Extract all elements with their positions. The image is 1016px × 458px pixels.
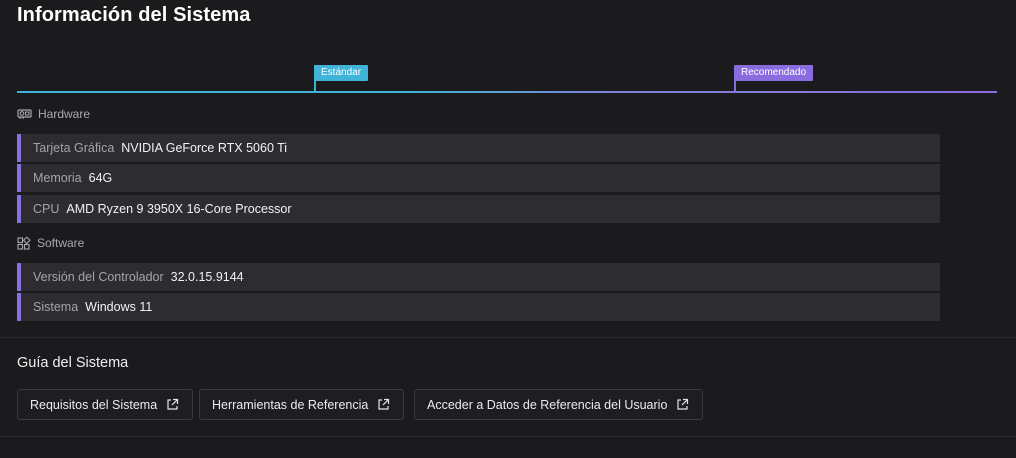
recommended-tier-tag: Recomendado bbox=[734, 65, 814, 81]
driver-version-row: Versión del Controlador 32.0.15.9144 bbox=[17, 263, 940, 291]
standard-tier-tick bbox=[314, 80, 316, 93]
reference-tools-button[interactable]: Herramientas de Referencia bbox=[199, 389, 405, 420]
os-label: Sistema bbox=[33, 300, 79, 314]
external-link-icon bbox=[377, 398, 390, 411]
os-row: Sistema Windows 11 bbox=[17, 293, 940, 321]
gpu-label: Tarjeta Gráfica bbox=[33, 141, 115, 155]
system-requirements-label: Requisitos del Sistema bbox=[30, 397, 158, 412]
system-guide-title: Guía del Sistema bbox=[17, 355, 129, 371]
system-info-page: Información del Sistema Estándar Recomen… bbox=[0, 0, 1016, 458]
section-divider bbox=[0, 436, 1016, 437]
gpu-card-icon bbox=[17, 108, 32, 120]
user-reference-data-button[interactable]: Acceder a Datos de Referencia del Usuari… bbox=[414, 389, 704, 420]
reference-tools-label: Herramientas de Referencia bbox=[212, 397, 369, 412]
external-link-icon bbox=[676, 398, 689, 411]
performance-tier-bar: Estándar Recomendado bbox=[17, 64, 997, 94]
hardware-section-header: Hardware bbox=[17, 105, 90, 123]
software-grid-icon bbox=[17, 236, 31, 250]
software-header-label: Software bbox=[37, 236, 85, 250]
memory-label: Memoria bbox=[33, 171, 82, 185]
cpu-row: CPU AMD Ryzen 9 3950X 16-Core Processor bbox=[17, 195, 940, 223]
os-value: Windows 11 bbox=[85, 300, 153, 314]
section-divider bbox=[0, 337, 1016, 338]
cpu-label: CPU bbox=[33, 202, 60, 216]
cpu-value: AMD Ryzen 9 3950X 16-Core Processor bbox=[66, 202, 292, 216]
driver-version-label: Versión del Controlador bbox=[33, 270, 164, 284]
hardware-header-label: Hardware bbox=[38, 107, 91, 121]
gpu-value: NVIDIA GeForce RTX 5060 Ti bbox=[121, 141, 288, 155]
software-section-header: Software bbox=[17, 234, 84, 252]
external-link-icon bbox=[166, 398, 179, 411]
memory-value: 64G bbox=[88, 171, 113, 185]
user-reference-data-label: Acceder a Datos de Referencia del Usuari… bbox=[427, 397, 668, 412]
gpu-row: Tarjeta Gráfica NVIDIA GeForce RTX 5060 … bbox=[17, 134, 940, 162]
driver-version-value: 32.0.15.9144 bbox=[170, 270, 244, 284]
standard-tier-tag: Estándar bbox=[314, 65, 369, 81]
recommended-tier-tick bbox=[734, 80, 736, 93]
system-requirements-button[interactable]: Requisitos del Sistema bbox=[17, 389, 194, 420]
page-title: Información del Sistema bbox=[17, 4, 251, 26]
tier-line bbox=[17, 91, 997, 93]
memory-row: Memoria 64G bbox=[17, 164, 940, 192]
